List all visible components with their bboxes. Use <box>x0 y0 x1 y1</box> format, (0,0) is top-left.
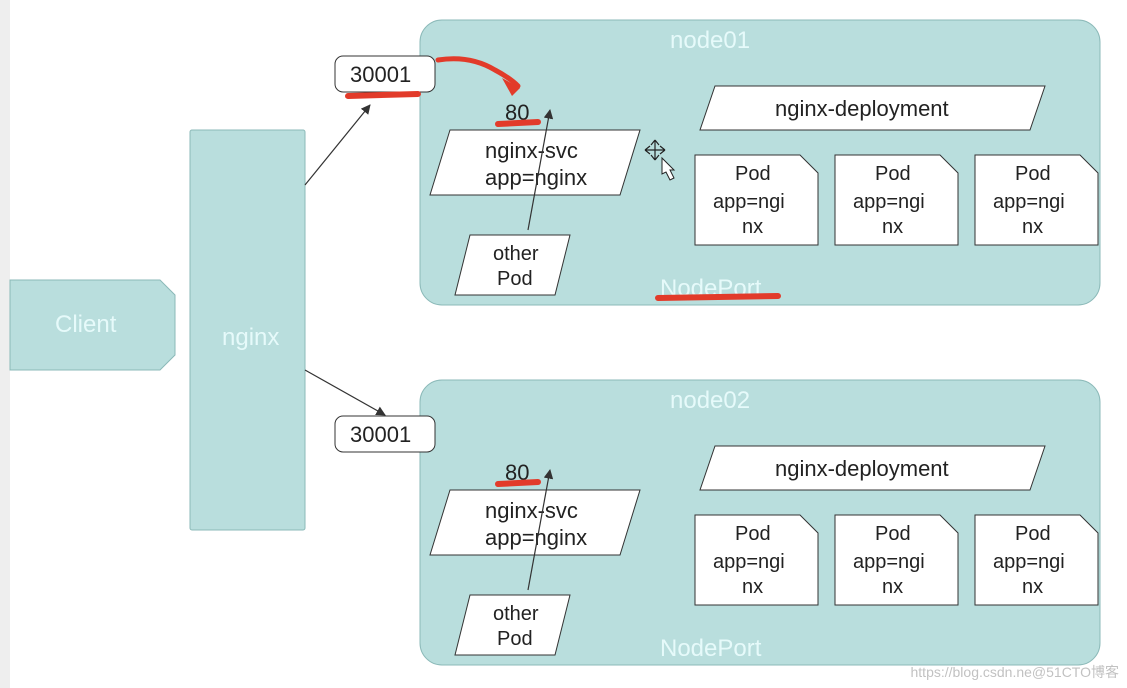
client-shape: Client <box>10 280 175 370</box>
node01-container: node01 NodePort 30001 nginx-svc app=ngin… <box>335 20 1100 305</box>
node02-other-l2: Pod <box>497 628 533 650</box>
left-gutter <box>0 0 10 688</box>
client-label: Client <box>55 311 117 338</box>
node01-other-l1: other <box>493 243 539 265</box>
node02-pod-0-l1: Pod <box>735 523 771 545</box>
node02-pod-2: Pod app=ngi nx <box>975 515 1098 605</box>
node01-pod-0: Pod app=ngi nx <box>695 155 818 245</box>
red-underline-80-top <box>498 122 538 124</box>
arrow-nginx-node02 <box>305 370 385 415</box>
node02-pod-1-l2: app=ngi <box>853 551 925 573</box>
node01-pod-2: Pod app=ngi nx <box>975 155 1098 245</box>
node01-pod-0-l3: nx <box>742 216 763 238</box>
node01-pod-2-l1: Pod <box>1015 163 1051 185</box>
node02-pod-1: Pod app=ngi nx <box>835 515 958 605</box>
node01-port-text: 30001 <box>350 62 411 87</box>
node01-pod-1-l2: app=ngi <box>853 191 925 213</box>
node01-pod-1-l3: nx <box>882 216 903 238</box>
node01-deployment-label: nginx-deployment <box>775 96 949 121</box>
node02-pod-0-l2: app=ngi <box>713 551 785 573</box>
node01-pod-0-l2: app=ngi <box>713 191 785 213</box>
node02-pod-2-l2: app=ngi <box>993 551 1065 573</box>
node01-pod-0-l1: Pod <box>735 163 771 185</box>
node02-pod-0: Pod app=ngi nx <box>695 515 818 605</box>
node01-pod-1-l1: Pod <box>875 163 911 185</box>
node01-pod-2-l3: nx <box>1022 216 1043 238</box>
red-underline-80-bottom <box>498 482 538 484</box>
node01-title: node01 <box>670 27 750 54</box>
node02-deployment-label: nginx-deployment <box>775 456 949 481</box>
node01-other-l2: Pod <box>497 268 533 290</box>
node02-pod-1-l3: nx <box>882 576 903 598</box>
node02-pod-0-l3: nx <box>742 576 763 598</box>
node02-pod-2-l3: nx <box>1022 576 1043 598</box>
node02-nodeport-label: NodePort <box>660 635 762 662</box>
node02-pod-2-l1: Pod <box>1015 523 1051 545</box>
red-underline-30001 <box>348 94 418 96</box>
arrow-nginx-node01 <box>305 105 370 185</box>
node02-svc-l1: nginx-svc <box>485 498 578 523</box>
watermark: https://blog.csdn.ne@51CTO博客 <box>911 662 1120 682</box>
node02-pod-1-l1: Pod <box>875 523 911 545</box>
node01-pod-2-l2: app=ngi <box>993 191 1065 213</box>
node02-other-l1: other <box>493 603 539 625</box>
nginx-label: nginx <box>222 324 279 351</box>
diagram-canvas: Client nginx node01 NodePort 30001 nginx… <box>0 0 1127 688</box>
red-underline-nodeport <box>658 296 778 298</box>
node01-svc-l1: nginx-svc <box>485 138 578 163</box>
node01-pod-1: Pod app=ngi nx <box>835 155 958 245</box>
nginx-shape: nginx <box>190 130 305 530</box>
node02-title: node02 <box>670 387 750 414</box>
node02-port-text: 30001 <box>350 422 411 447</box>
node02-container: node02 NodePort 30001 nginx-svc app=ngi n… <box>335 380 1100 665</box>
